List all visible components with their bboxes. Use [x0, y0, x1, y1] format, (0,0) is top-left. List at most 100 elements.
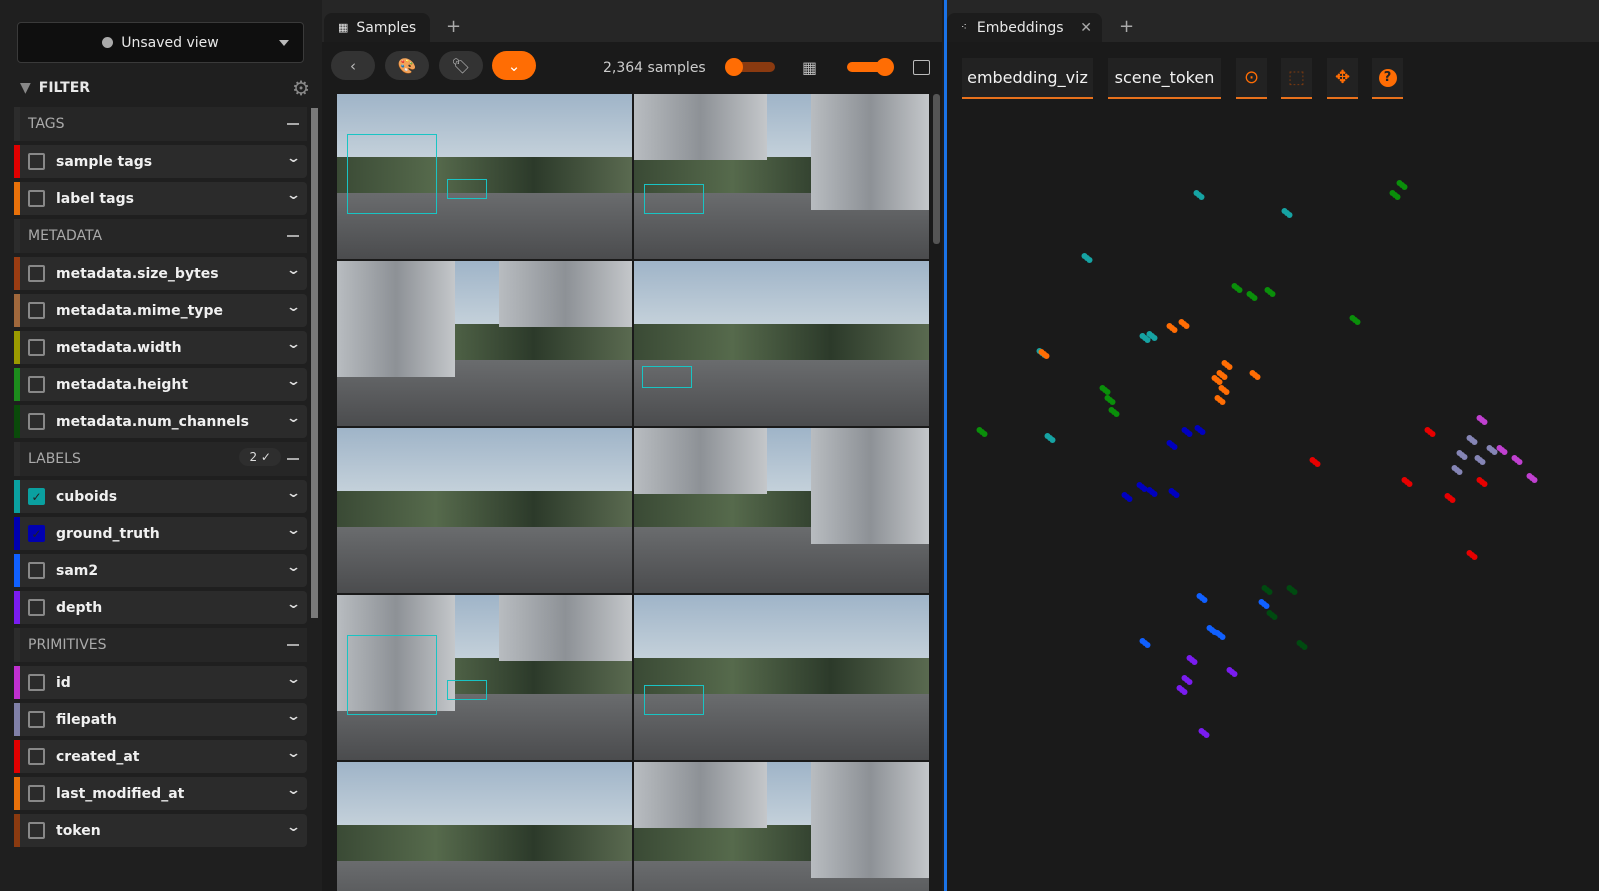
slider-handle[interactable] [725, 58, 743, 76]
checkbox[interactable] [28, 153, 45, 170]
filter-row-metadata-mime-type[interactable]: metadata.mime_type ⌄ [14, 294, 307, 327]
checkbox[interactable] [28, 748, 45, 765]
sample-thumbnail[interactable] [337, 595, 632, 760]
scatter-point-darkgreen[interactable] [1301, 644, 1308, 650]
filter-row-sam2[interactable]: sam2 ⌄ [14, 554, 307, 587]
scatter-point-orange[interactable] [1219, 399, 1226, 405]
checkbox[interactable] [28, 190, 45, 207]
sample-thumbnail[interactable] [634, 428, 929, 593]
checkbox[interactable] [28, 599, 45, 616]
checkbox[interactable] [28, 674, 45, 691]
section-tags[interactable]: TAGS [14, 107, 307, 141]
checkbox[interactable] [28, 785, 45, 802]
checkbox[interactable] [28, 413, 45, 430]
chevron-down-icon[interactable]: ⌄ [286, 746, 301, 761]
scatter-point-magenta[interactable] [1501, 449, 1508, 455]
scatter-point-teal[interactable] [1144, 337, 1151, 343]
chevron-down-icon[interactable]: ⌄ [286, 820, 301, 835]
scatter-point-green[interactable] [1251, 295, 1258, 301]
scatter-point-blue[interactable] [1263, 603, 1270, 609]
checkbox[interactable]: ✓ [28, 488, 45, 505]
collapse-icon[interactable] [287, 458, 299, 460]
scatter-point-darkgreen[interactable] [1291, 589, 1298, 595]
brain-key-select[interactable]: embedding_viz [962, 58, 1093, 99]
scatter-point-navy[interactable] [1199, 429, 1206, 435]
scatter-point-orange[interactable] [1216, 379, 1223, 385]
color-palette-button[interactable]: 🎨 [385, 51, 429, 80]
chevron-down-icon[interactable]: ⌄ [286, 188, 301, 203]
scatter-point-green[interactable] [1236, 287, 1243, 293]
pan-icon[interactable]: ✥ [1327, 58, 1358, 99]
chevron-down-icon[interactable]: ⌄ [286, 486, 301, 501]
scatter-point-purple[interactable] [1186, 679, 1193, 685]
scatter-point-navy[interactable] [1186, 431, 1193, 437]
chevron-down-icon[interactable]: ⌄ [286, 337, 301, 352]
scatter-point-magenta[interactable] [1516, 459, 1523, 465]
tag-button[interactable]: 🏷 [439, 51, 483, 80]
scatter-point-green[interactable] [1113, 411, 1120, 417]
chevron-down-icon[interactable]: ⌄ [286, 783, 301, 798]
close-icon[interactable]: ✕ [1080, 20, 1092, 36]
scatter-point-teal[interactable] [1198, 194, 1205, 200]
expand-button[interactable]: ⌄ [492, 51, 536, 80]
scatter-point-green[interactable] [1401, 184, 1408, 190]
gear-icon[interactable]: ⚙ [292, 76, 310, 100]
chevron-down-icon[interactable]: ⌄ [286, 374, 301, 389]
filter-row-cuboids[interactable]: ✓ cuboids ⌄ [14, 480, 307, 513]
chevron-down-icon[interactable]: ⌄ [286, 597, 301, 612]
scatter-point-teal[interactable] [1086, 257, 1093, 263]
chevron-down-icon[interactable]: ⌄ [286, 300, 301, 315]
scatter-point-blue[interactable] [1144, 642, 1151, 648]
scatter-point-teal[interactable] [1286, 212, 1293, 218]
scatter-point-darkgreen[interactable] [1271, 614, 1278, 620]
scatter-point-navy[interactable] [1151, 491, 1158, 497]
chevron-down-icon[interactable]: ⌄ [286, 263, 301, 278]
sample-thumbnail[interactable] [634, 94, 929, 259]
scatter-point-green[interactable] [1269, 291, 1276, 297]
color-by-select[interactable]: scene_token [1108, 58, 1221, 99]
zoom-slider[interactable] [847, 58, 894, 76]
checkbox[interactable] [28, 302, 45, 319]
scatter-point-red[interactable] [1406, 481, 1413, 487]
scatter-point-orange[interactable] [1254, 374, 1261, 380]
scatter-point-red[interactable] [1314, 461, 1321, 467]
filter-row-depth[interactable]: depth ⌄ [14, 591, 307, 624]
section-metadata[interactable]: METADATA [14, 219, 307, 253]
scatter-point-purple[interactable] [1203, 732, 1210, 738]
filter-row-sample-tags[interactable]: sample tags ⌄ [14, 145, 307, 178]
filter-row-ground-truth[interactable]: ✓ ground_truth ⌄ [14, 517, 307, 550]
sidebar-scrollbar[interactable] [311, 108, 318, 618]
scatter-point-orange[interactable] [1171, 327, 1178, 333]
filter-row-metadata-num-channels[interactable]: metadata.num_channels ⌄ [14, 405, 307, 438]
checkbox[interactable] [28, 265, 45, 282]
scatter-point-orange[interactable] [1183, 323, 1190, 329]
section-labels[interactable]: LABELS 2 ✓ [14, 442, 307, 476]
scatter-point-red[interactable] [1449, 497, 1456, 503]
sample-thumbnail[interactable] [337, 261, 632, 426]
scatter-point-magenta[interactable] [1481, 419, 1488, 425]
sample-thumbnail[interactable] [634, 762, 929, 891]
embeddings-scatter-plot[interactable] [950, 100, 1570, 870]
scatter-point-green[interactable] [1354, 319, 1361, 325]
scatter-point-green[interactable] [1104, 389, 1111, 395]
add-tab-button[interactable]: + [1119, 16, 1134, 37]
scatter-point-blue[interactable] [1201, 597, 1208, 603]
scatter-point-purple[interactable] [1231, 671, 1238, 677]
chevron-down-icon[interactable]: ⌄ [286, 560, 301, 575]
help-icon[interactable]: ? [1372, 58, 1403, 99]
scatter-point-magenta[interactable] [1531, 477, 1538, 483]
scatter-point-purple[interactable] [1181, 689, 1188, 695]
filter-row-filepath[interactable]: filepath ⌄ [14, 703, 307, 736]
chevron-down-icon[interactable]: ⌄ [286, 709, 301, 724]
sample-thumbnail[interactable] [634, 261, 929, 426]
scatter-point-red[interactable] [1429, 431, 1436, 437]
checkbox[interactable] [28, 711, 45, 728]
scatter-point-navy[interactable] [1126, 496, 1133, 502]
scatter-point-orange[interactable] [1043, 353, 1050, 359]
filter-row-metadata-height[interactable]: metadata.height ⌄ [14, 368, 307, 401]
scatter-point-green[interactable] [1109, 399, 1116, 405]
sample-thumbnail[interactable] [337, 428, 632, 593]
layout-icon[interactable] [913, 60, 930, 75]
chevron-down-icon[interactable]: ⌄ [286, 411, 301, 426]
zoom-slider-handle[interactable] [876, 58, 894, 76]
